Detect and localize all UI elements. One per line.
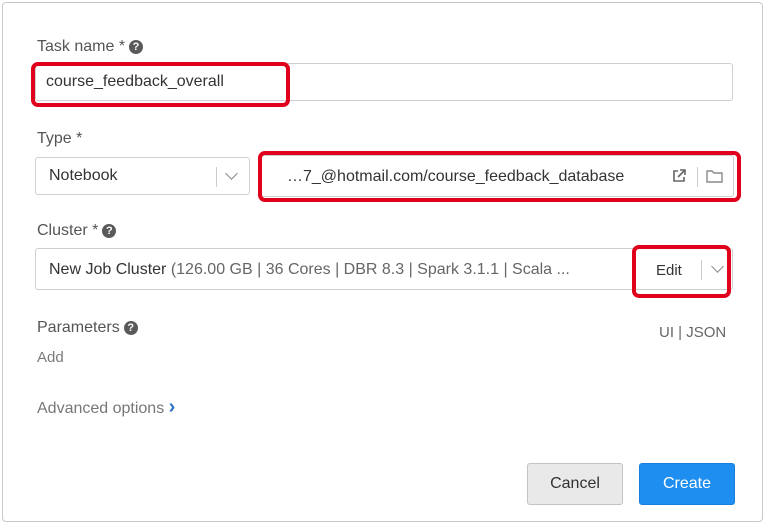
cluster-label-text: Cluster *	[37, 222, 99, 239]
task-name-input[interactable]: course_feedback_overall	[35, 63, 733, 101]
task-dialog: Task name *? course_feedback_overall Typ…	[2, 2, 763, 522]
cluster-label: Cluster *?	[37, 222, 117, 240]
help-icon[interactable]: ?	[129, 40, 144, 54]
create-button[interactable]: Create	[639, 463, 735, 505]
cluster-field[interactable]: New Job Cluster (126.00 GB | 36 Cores | …	[35, 248, 733, 290]
chevron-down-icon[interactable]	[225, 167, 238, 180]
help-icon[interactable]: ?	[123, 321, 138, 335]
type-select-value: Notebook	[49, 167, 118, 184]
ui-mode-link[interactable]: UI	[659, 324, 674, 341]
task-name-label: Task name *?	[37, 38, 144, 56]
help-icon[interactable]: ?	[102, 224, 117, 238]
cluster-details: (126.00 GB | 36 Cores | DBR 8.3 | Spark …	[166, 261, 570, 278]
cancel-button[interactable]: Cancel	[527, 463, 623, 505]
parameters-label-text: Parameters	[37, 319, 120, 336]
chevron-down-icon[interactable]	[711, 260, 724, 273]
cluster-edit-divider	[701, 260, 702, 280]
task-name-label-text: Task name *	[37, 38, 126, 55]
cluster-name: New Job Cluster	[49, 261, 167, 278]
chevron-right-icon: ›	[168, 396, 176, 418]
notebook-path-field[interactable]: …7_@hotmail.com/course_feedback_database	[261, 155, 734, 197]
parameters-mode-toggle: UI | JSON	[659, 324, 726, 341]
folder-icon[interactable]	[706, 168, 724, 184]
cluster-summary: New Job Cluster (126.00 GB | 36 Cores | …	[49, 261, 570, 279]
external-link-icon[interactable]	[671, 168, 687, 184]
task-name-value: course_feedback_overall	[46, 73, 224, 90]
type-select-divider	[216, 167, 217, 187]
type-select[interactable]: Notebook	[35, 157, 250, 195]
cluster-edit-label: Edit	[656, 262, 682, 279]
notebook-path-value: …7_@hotmail.com/course_feedback_database	[287, 168, 625, 185]
add-parameter-link[interactable]: Add	[37, 349, 64, 366]
type-label: Type *	[37, 130, 83, 147]
json-mode-link[interactable]: JSON	[686, 324, 726, 341]
parameters-label: Parameters?	[37, 319, 138, 337]
notebook-path-divider	[697, 167, 698, 187]
advanced-options-label: Advanced options	[37, 400, 165, 417]
mode-separator: |	[678, 324, 683, 341]
cluster-edit-button[interactable]: Edit	[656, 262, 682, 279]
advanced-options-toggle[interactable]: Advanced options ›	[37, 396, 176, 418]
